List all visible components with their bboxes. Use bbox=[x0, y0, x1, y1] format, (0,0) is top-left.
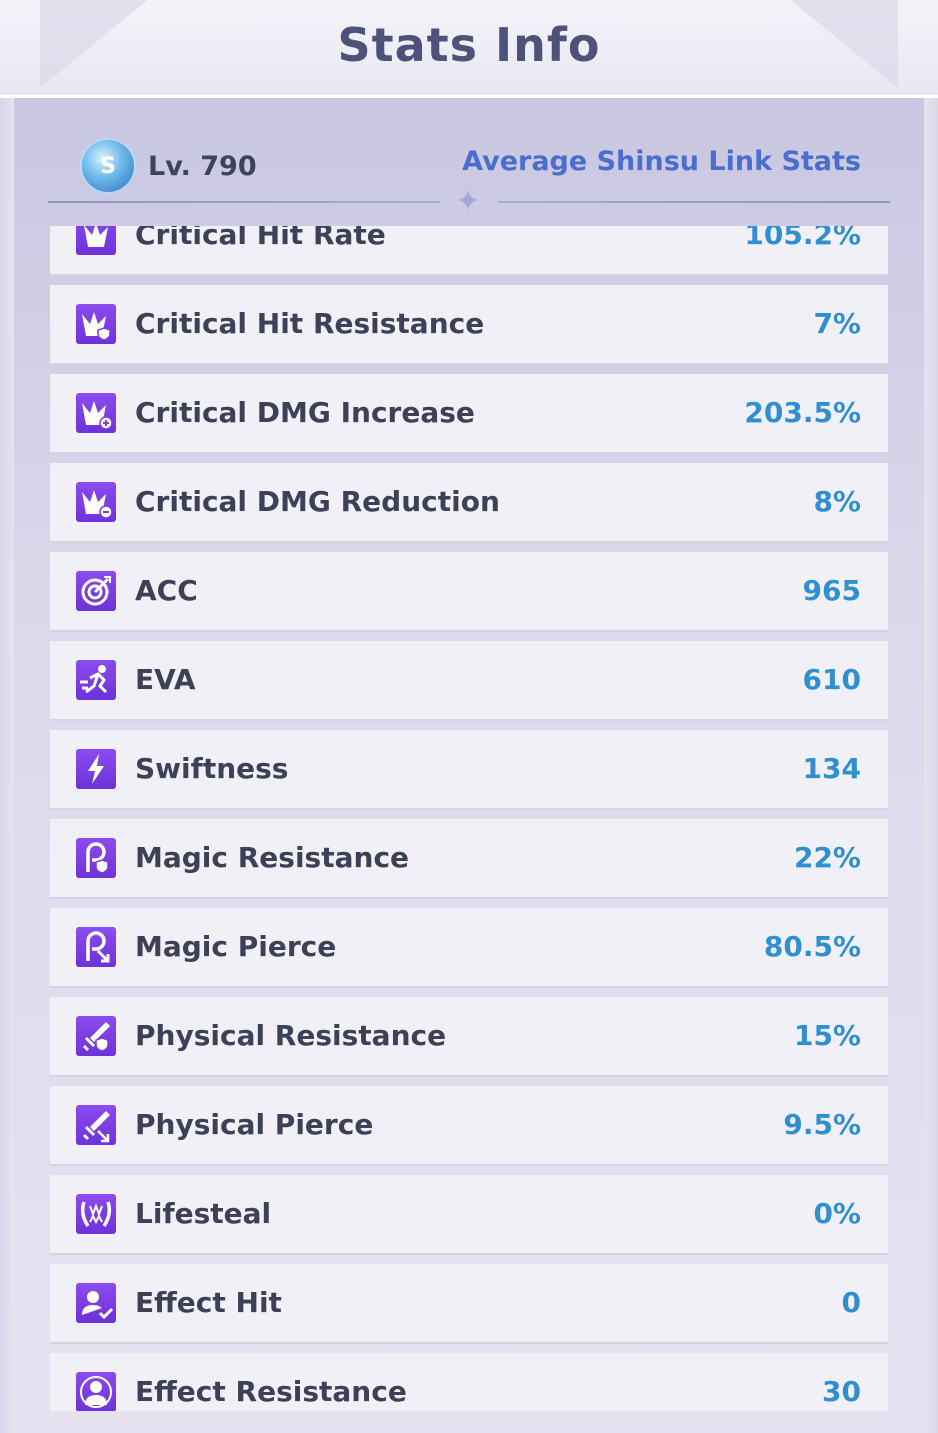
effect-resistance-icon bbox=[76, 1372, 116, 1411]
stat-row[interactable]: Physical Pierce 9.5% bbox=[50, 1086, 888, 1164]
stat-row[interactable]: Lifesteal 0% bbox=[50, 1175, 888, 1253]
stat-row[interactable]: ACC 965 bbox=[50, 552, 888, 630]
physical-pierce-icon bbox=[76, 1105, 116, 1145]
critical-dmg-increase-icon bbox=[76, 393, 116, 433]
level-label: Lv. 790 bbox=[148, 150, 257, 182]
stat-label: EVA bbox=[135, 663, 196, 696]
fangs-icon bbox=[76, 1194, 116, 1234]
stat-value: 0 bbox=[841, 1286, 861, 1319]
shinsu-badge-icon: S bbox=[80, 138, 136, 194]
stat-label: ACC bbox=[135, 574, 198, 607]
average-shinsu-link-stats-link[interactable]: Average Shinsu Link Stats bbox=[462, 146, 861, 177]
stat-row[interactable]: Critical Hit Resistance 7% bbox=[50, 285, 888, 363]
stat-label: Magic Resistance bbox=[135, 841, 410, 874]
running-icon bbox=[76, 660, 116, 700]
stat-label: Critical Hit Resistance bbox=[135, 307, 485, 340]
stat-row[interactable]: Magic Pierce 80.5% bbox=[50, 908, 888, 986]
stat-value: 105.2% bbox=[744, 226, 861, 251]
stat-row[interactable]: Magic Resistance 22% bbox=[50, 819, 888, 897]
stat-label: Critical DMG Increase bbox=[135, 396, 475, 429]
stat-label: Swiftness bbox=[135, 752, 289, 785]
stat-row[interactable]: Critical DMG Reduction 8% bbox=[50, 463, 888, 541]
stat-value: 8% bbox=[813, 485, 861, 518]
stat-row[interactable]: Swiftness 134 bbox=[50, 730, 888, 808]
stat-value: 9.5% bbox=[783, 1108, 861, 1141]
stat-label: Critical DMG Reduction bbox=[135, 485, 500, 518]
stat-value: 22% bbox=[793, 841, 861, 874]
stat-label: Physical Resistance bbox=[135, 1019, 447, 1052]
divider-left bbox=[48, 201, 440, 203]
critical-hit-rate-icon bbox=[76, 226, 116, 255]
stat-row[interactable]: Physical Resistance 15% bbox=[50, 997, 888, 1075]
stat-value: 610 bbox=[802, 663, 861, 696]
magic-resistance-icon bbox=[76, 838, 116, 878]
divider-star-icon: ✦ bbox=[455, 184, 481, 219]
target-icon bbox=[76, 571, 116, 611]
stat-row[interactable]: Critical Hit Rate 105.2% bbox=[50, 226, 888, 274]
stat-label: Physical Pierce bbox=[135, 1108, 374, 1141]
stat-value: 965 bbox=[802, 574, 861, 607]
panel-edge-right bbox=[924, 98, 938, 1433]
panel-edge-left bbox=[0, 98, 14, 1433]
stat-row[interactable]: Critical DMG Increase 203.5% bbox=[50, 374, 888, 452]
stat-row[interactable]: Effect Hit 0 bbox=[50, 1264, 888, 1342]
stat-list[interactable]: Critical Hit Rate 105.2% Critical Hit Resi… bbox=[50, 226, 888, 1411]
stat-value: 203.5% bbox=[744, 396, 861, 429]
lightning-icon bbox=[76, 749, 116, 789]
stat-label: Effect Resistance bbox=[135, 1375, 407, 1408]
stat-label: Magic Pierce bbox=[135, 930, 337, 963]
magic-pierce-icon bbox=[76, 927, 116, 967]
stats-info-header: Stats Info bbox=[0, 0, 938, 98]
stat-row[interactable]: EVA 610 bbox=[50, 641, 888, 719]
divider-right bbox=[498, 201, 890, 203]
stat-value: 80.5% bbox=[763, 930, 861, 963]
effect-hit-icon bbox=[76, 1283, 116, 1323]
stats-panel[interactable]: S Lv. 790 Average Shinsu Link Stats ✦ Cr… bbox=[0, 98, 938, 1433]
critical-dmg-reduction-icon bbox=[76, 482, 116, 522]
stat-value: 7% bbox=[813, 307, 861, 340]
level-info: S Lv. 790 bbox=[80, 138, 257, 194]
stat-value: 30 bbox=[822, 1375, 861, 1408]
page-title: Stats Info bbox=[337, 18, 601, 72]
stat-label: Effect Hit bbox=[135, 1286, 282, 1319]
physical-resistance-icon bbox=[76, 1016, 116, 1056]
stat-value: 134 bbox=[802, 752, 861, 785]
stat-row[interactable]: Effect Resistance 30 bbox=[50, 1353, 888, 1411]
stat-value: 0% bbox=[813, 1197, 861, 1230]
stat-label: Lifesteal bbox=[135, 1197, 272, 1230]
stat-label: Critical Hit Rate bbox=[135, 226, 386, 251]
stat-value: 15% bbox=[793, 1019, 861, 1052]
critical-hit-resistance-icon bbox=[76, 304, 116, 344]
